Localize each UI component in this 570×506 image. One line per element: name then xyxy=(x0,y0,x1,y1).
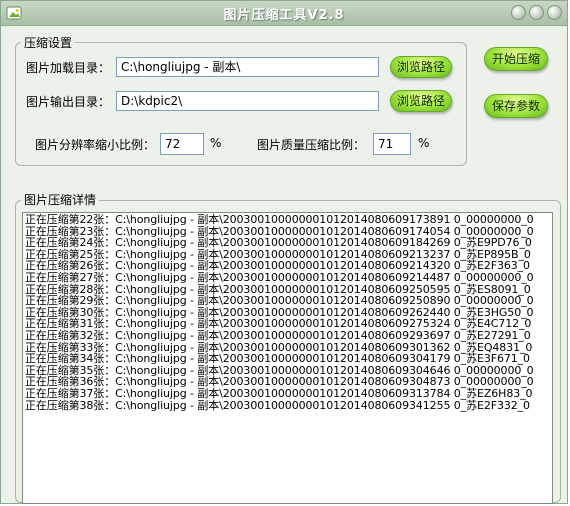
output-dir-label: 图片输出目录： xyxy=(26,95,111,109)
maximize-button[interactable] xyxy=(529,5,544,20)
title-bar[interactable]: 图片压缩工具V2.8 xyxy=(1,1,567,26)
minimize-button[interactable] xyxy=(511,5,526,20)
details-group-legend: 图片压缩详情 xyxy=(21,191,100,208)
close-button[interactable] xyxy=(547,5,562,20)
log-line: 正在压缩第27张：C:\hongliujpg - 副本\200300100000… xyxy=(25,270,534,284)
input-dir-label: 图片加载目录： xyxy=(26,61,111,75)
resolution-ratio-label: 图片分辨率缩小比例： xyxy=(35,138,156,152)
log-line: 正在压缩第38张：C:\hongliujpg - 副本\200300100000… xyxy=(25,398,530,412)
log-line: 正在压缩第32张：C:\hongliujpg - 副本\200300100000… xyxy=(25,328,531,342)
browse-input-button[interactable]: 浏览路径 xyxy=(390,56,452,78)
browse-output-button[interactable]: 浏览路径 xyxy=(390,90,452,112)
resolution-percent-label: % xyxy=(210,136,222,150)
log-line: 正在压缩第29张：C:\hongliujpg - 副本\200300100000… xyxy=(25,294,534,308)
quality-ratio-field[interactable]: 71 xyxy=(373,133,411,155)
output-dir-field[interactable]: D:\kdpic2\ xyxy=(116,91,379,111)
start-compress-button[interactable]: 开始压缩 xyxy=(484,47,548,71)
log-line: 正在压缩第34张：C:\hongliujpg - 副本\200300100000… xyxy=(25,352,530,366)
save-params-button[interactable]: 保存参数 xyxy=(484,94,548,118)
log-line: 正在压缩第22张：C:\hongliujpg - 副本\200300100000… xyxy=(25,213,534,226)
compress-log[interactable]: 正在压缩第22张：C:\hongliujpg - 副本\200300100000… xyxy=(22,212,553,504)
app-window: 图片压缩工具V2.8 压缩设置 图片加载目录： C:\hongliujpg - … xyxy=(0,0,568,504)
settings-group-legend: 压缩设置 xyxy=(21,34,76,51)
quality-ratio-label: 图片质量压缩比例： xyxy=(257,138,366,152)
resolution-ratio-field[interactable]: 72 xyxy=(160,133,204,155)
log-line: 正在压缩第37张：C:\hongliujpg - 副本\200300100000… xyxy=(25,386,533,400)
quality-percent-label: % xyxy=(418,136,430,150)
window-title: 图片压缩工具V2.8 xyxy=(223,8,345,23)
input-dir-field[interactable]: C:\hongliujpg - 副本\ xyxy=(116,57,379,77)
